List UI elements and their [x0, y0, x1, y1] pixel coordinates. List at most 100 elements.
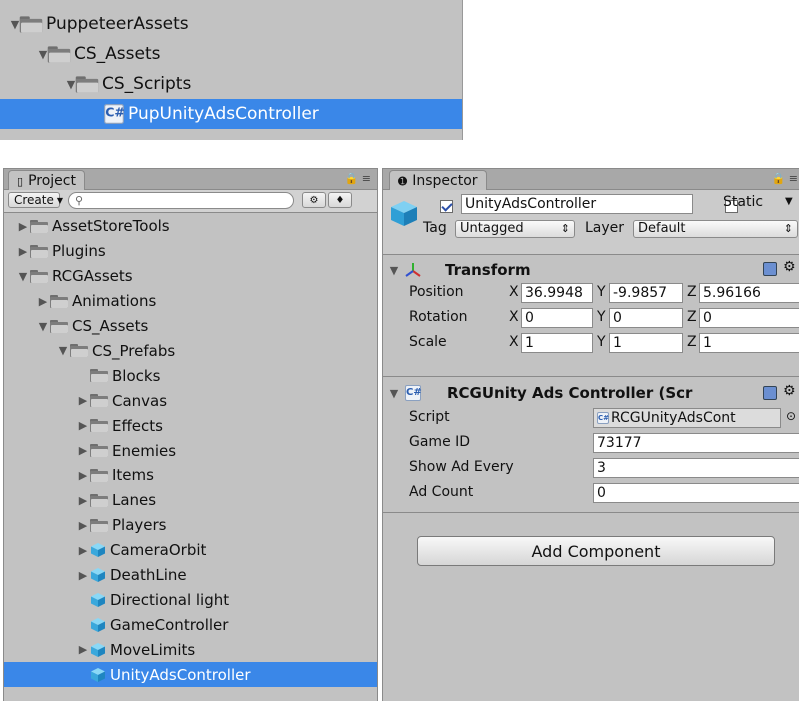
tree-item[interactable]: ▶ Lanes — [4, 488, 377, 513]
collapsed-arrow-icon[interactable]: ▶ — [76, 444, 90, 457]
tag-dropdown[interactable]: Untagged ⇕ — [455, 220, 575, 238]
rotation-z-field[interactable]: 0 — [699, 308, 799, 328]
create-button[interactable]: Create ▼ — [8, 192, 63, 208]
position-y-field[interactable]: -9.9857 — [609, 283, 683, 303]
gear-icon[interactable]: ⚙ — [783, 383, 796, 399]
panel-menu-icon[interactable]: 🔒 ≡ — [345, 172, 371, 185]
tree-item[interactable]: ▶Directional light — [4, 588, 377, 613]
ad-count-field[interactable]: 0 — [593, 483, 799, 503]
tree-item[interactable]: ▶ Effects — [4, 413, 377, 438]
tree-item[interactable]: ▶ Items — [4, 463, 377, 488]
tree-item-label: Enemies — [112, 441, 177, 460]
layer-dropdown[interactable]: Default ⇕ — [633, 220, 798, 238]
collapsed-arrow-icon[interactable]: ▶ — [76, 494, 90, 507]
script-field[interactable]: C# RCGUnityAdsCont — [593, 408, 781, 428]
active-checkbox[interactable] — [440, 200, 453, 213]
component-divider — [383, 376, 799, 377]
scale-x-field[interactable]: 1 — [521, 333, 593, 353]
tree-item-label: RCGAssets — [52, 267, 133, 286]
tree-item[interactable]: ▶ AssetStoreTools — [4, 214, 377, 239]
tree-item[interactable]: ▶ Players — [4, 513, 377, 538]
help-icon[interactable] — [763, 262, 777, 276]
inspector-tabbar: ➊ Inspector 🔒 ≡ — [383, 169, 799, 191]
rotation-y-label[interactable]: Y — [597, 309, 606, 325]
component-header[interactable]: ▼ C# RCGUnity Ads Controller (Scr ⚙ — [383, 381, 799, 405]
help-icon[interactable] — [763, 386, 777, 400]
scale-z-label[interactable]: Z — [687, 334, 697, 350]
position-z-label[interactable]: Z — [687, 284, 697, 300]
transform-header[interactable]: ▼ Transform ⚙ — [383, 258, 799, 282]
scale-y-label[interactable]: Y — [597, 334, 606, 350]
position-z-field[interactable]: 5.96166 — [699, 283, 799, 303]
tree-item[interactable]: ▶ MoveLimits — [4, 637, 377, 662]
collapsed-arrow-icon[interactable]: ▶ — [36, 295, 50, 308]
folder-icon — [75, 75, 99, 93]
collapsed-arrow-icon[interactable]: ▶ — [76, 569, 90, 582]
scale-x-label[interactable]: X — [509, 334, 519, 350]
rotation-x-label[interactable]: X — [509, 309, 519, 325]
tree-item[interactable]: ▼ CS_Assets — [4, 314, 377, 339]
expanded-arrow-icon[interactable]: ▼ — [36, 320, 50, 333]
panel-menu-icon[interactable]: 🔒 ≡ — [772, 172, 798, 185]
position-x-field[interactable]: 36.9948 — [521, 283, 593, 303]
collapsed-arrow-icon[interactable]: ▶ — [16, 220, 30, 233]
show-ad-every-label: Show Ad Every — [409, 459, 514, 475]
tree-item[interactable]: ▼ CS_Scripts — [0, 69, 462, 99]
object-name-field[interactable]: UnityAdsController — [461, 194, 693, 214]
gear-icon[interactable]: ⚙ — [783, 259, 796, 275]
tree-item[interactable]: ▶ Animations — [4, 289, 377, 314]
rotation-y-field[interactable]: 0 — [609, 308, 683, 328]
fold-arrow-icon[interactable]: ▼ — [387, 264, 401, 277]
rotation-label: Rotation — [409, 309, 468, 325]
tree-item[interactable]: ▼ PuppeteerAssets — [0, 9, 462, 39]
component-divider — [383, 512, 799, 513]
chevron-down-icon[interactable]: ▼ — [785, 196, 793, 207]
tab-project[interactable]: ▯ Project — [8, 170, 85, 191]
folder-icon — [90, 444, 108, 458]
search-input[interactable]: ⚲ — [68, 192, 294, 209]
fold-arrow-icon[interactable]: ▼ — [387, 387, 401, 400]
scale-y-field[interactable]: 1 — [609, 333, 683, 353]
collapsed-arrow-icon[interactable]: ▶ — [76, 394, 90, 407]
show-ad-every-field[interactable]: 3 — [593, 458, 799, 478]
tree-item[interactable]: ▶ Enemies — [4, 438, 377, 463]
collapsed-arrow-icon[interactable]: ▶ — [76, 519, 90, 532]
collapsed-arrow-icon[interactable]: ▶ — [76, 469, 90, 482]
tree-item[interactable]: ▶ CameraOrbit — [4, 538, 377, 563]
filter-by-label-button[interactable]: ♦ — [328, 192, 352, 208]
transform-title: Transform — [445, 261, 531, 279]
info-icon: ➊ — [398, 174, 408, 188]
tree-item[interactable]: ▼ RCGAssets — [4, 264, 377, 289]
collapsed-arrow-icon[interactable]: ▶ — [76, 544, 90, 557]
rotation-z-label[interactable]: Z — [687, 309, 697, 325]
folder-icon — [50, 294, 68, 308]
tree-item[interactable]: ▼ CS_Prefabs — [4, 339, 377, 364]
tab-inspector[interactable]: ➊ Inspector — [389, 170, 487, 191]
tab-inspector-label: Inspector — [412, 173, 478, 189]
scale-z-field[interactable]: 1 — [699, 333, 799, 353]
expanded-arrow-icon[interactable]: ▼ — [16, 270, 30, 283]
object-picker-icon[interactable]: ⊙ — [786, 409, 796, 423]
tag-label: Tag — [423, 220, 447, 236]
tree-item-label: Animations — [72, 292, 157, 311]
tree-item[interactable]: ▶ DeathLine — [4, 563, 377, 588]
tree-item[interactable]: ▶ Plugins — [4, 239, 377, 264]
tree-item[interactable]: ▶UnityAdsController — [4, 662, 377, 688]
collapsed-arrow-icon[interactable]: ▶ — [76, 419, 90, 432]
tree-item[interactable]: ▼ CS_Assets — [0, 39, 462, 69]
add-component-button[interactable]: Add Component — [417, 536, 775, 566]
game-id-field[interactable]: 73177 — [593, 433, 799, 453]
tree-item[interactable]: ▶C#PupUnityAdsController — [0, 99, 462, 129]
tree-item[interactable]: ▶Blocks — [4, 363, 377, 388]
position-x-label[interactable]: X — [509, 284, 519, 300]
tree-item[interactable]: ▶GameController — [4, 612, 377, 637]
tree-item[interactable]: ▶ Canvas — [4, 388, 377, 413]
expanded-arrow-icon[interactable]: ▼ — [56, 344, 70, 357]
collapsed-arrow-icon[interactable]: ▶ — [76, 643, 90, 656]
collapsed-arrow-icon[interactable]: ▶ — [16, 245, 30, 258]
rotation-x-field[interactable]: 0 — [521, 308, 593, 328]
position-y-label[interactable]: Y — [597, 284, 606, 300]
prefab-cube-icon — [90, 567, 106, 583]
filter-by-type-button[interactable]: ⚙ — [302, 192, 326, 208]
prefab-cube-icon — [90, 667, 106, 683]
